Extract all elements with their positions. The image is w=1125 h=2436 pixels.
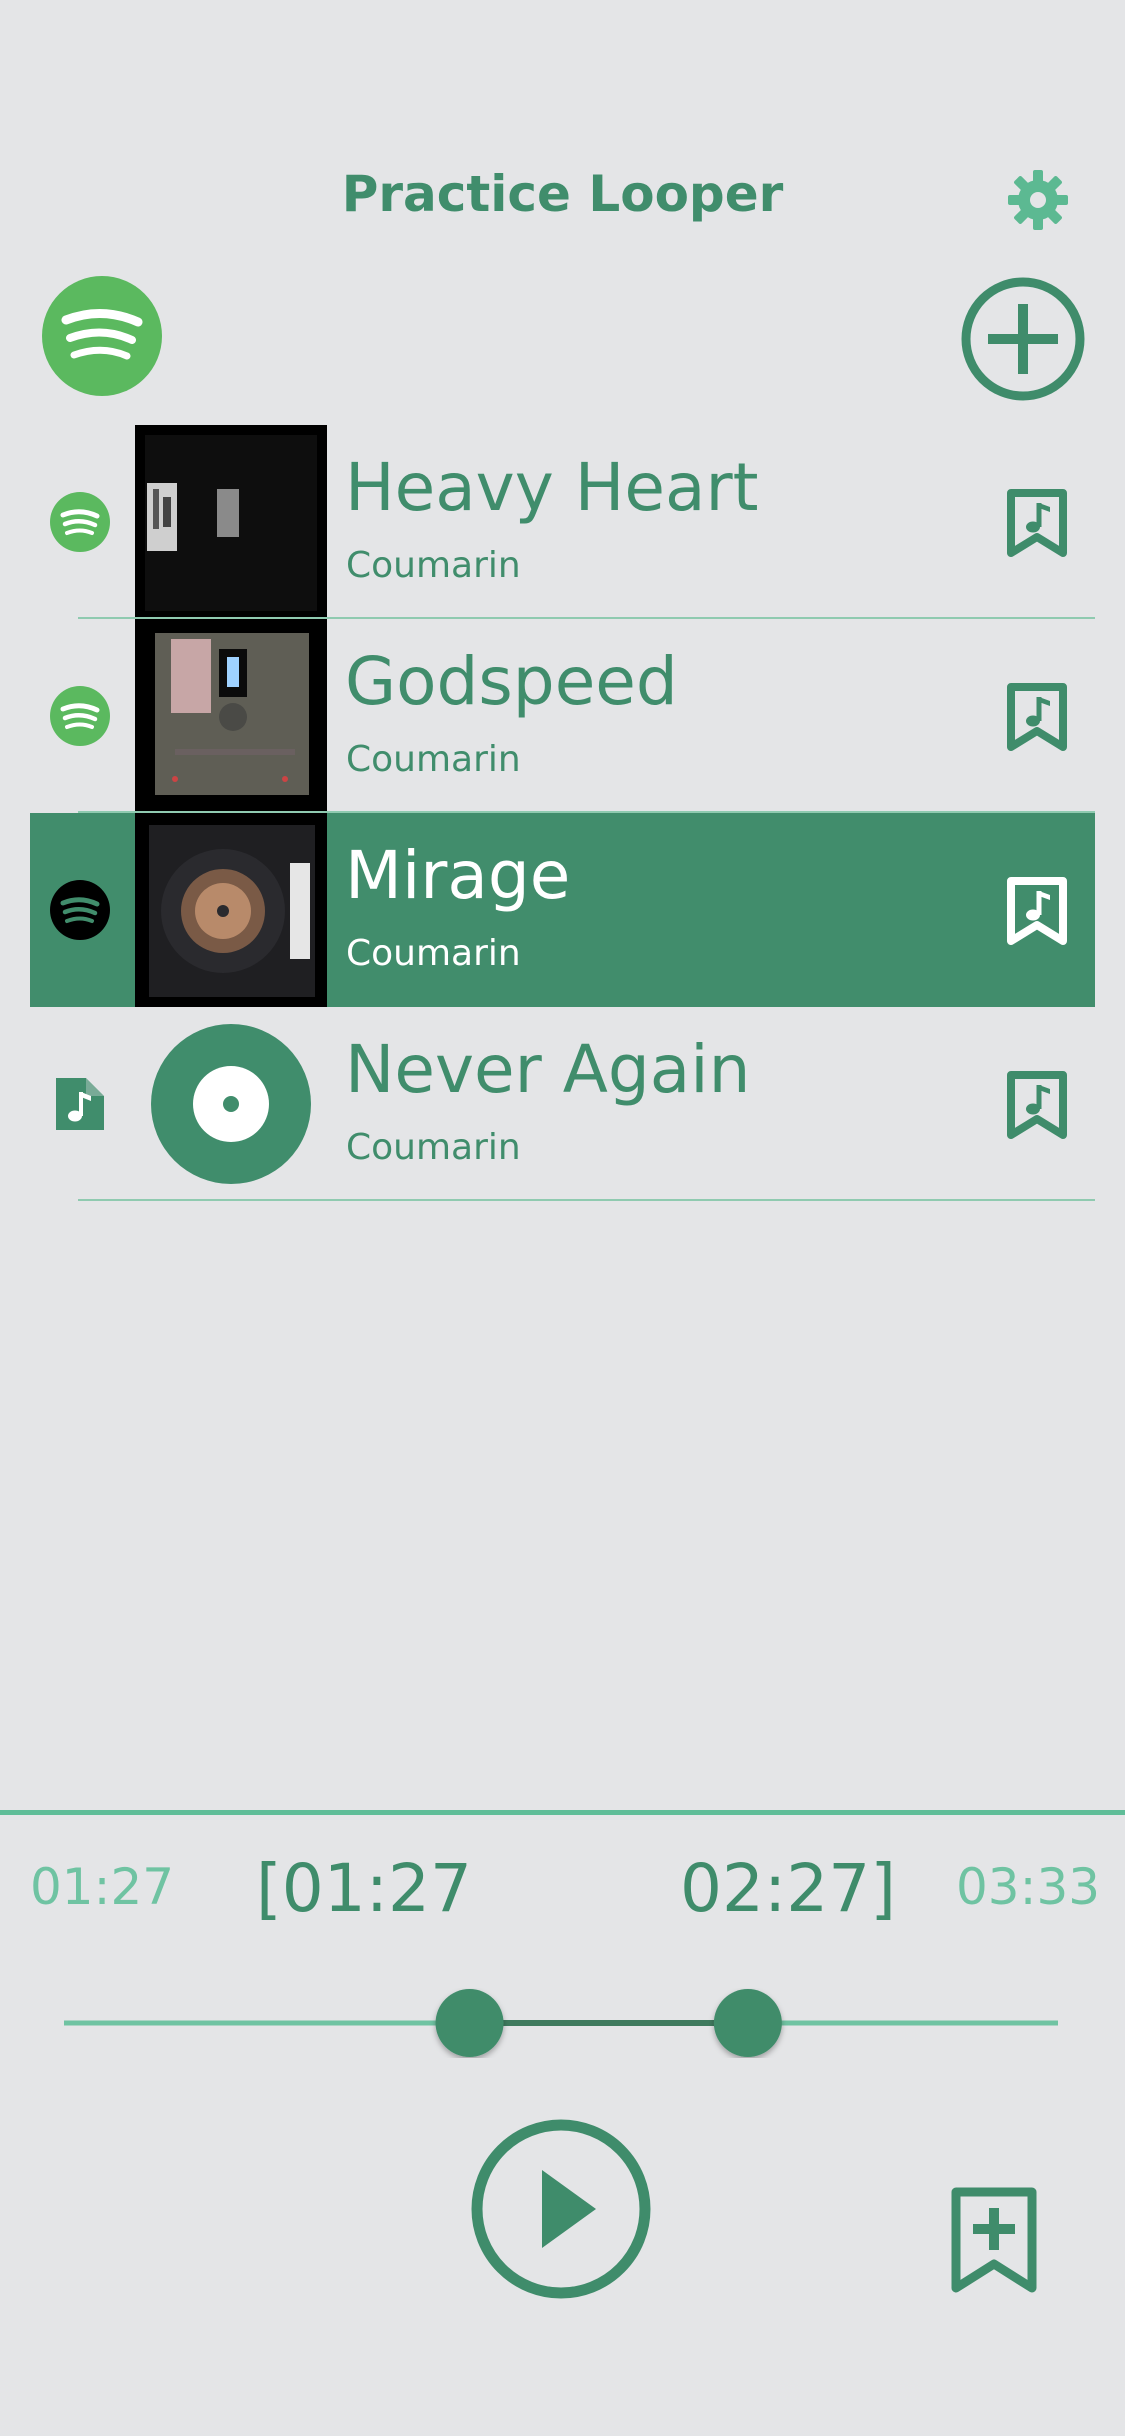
album-art <box>135 813 327 1007</box>
row-divider <box>78 1199 1095 1201</box>
add-bookmark-button[interactable] <box>950 2186 1038 2296</box>
spotify-icon <box>50 686 110 746</box>
bookmarks-icon[interactable] <box>1006 489 1068 559</box>
add-song-button[interactable] <box>960 276 1086 402</box>
song-row-godspeed[interactable]: Godspeed Coumarin <box>30 619 1095 813</box>
loop-start-handle[interactable] <box>435 1989 504 2057</box>
song-artist: Coumarin <box>346 545 521 586</box>
album-art <box>135 619 327 813</box>
song-row-mirage[interactable]: Mirage Coumarin <box>30 813 1095 1007</box>
spotify-button[interactable] <box>42 276 162 396</box>
bookmarks-icon[interactable] <box>1006 877 1068 947</box>
song-title: Never Again <box>345 1031 751 1108</box>
player-divider <box>0 1810 1125 1815</box>
loop-end-handle[interactable] <box>713 1989 782 2057</box>
bookmarks-icon[interactable] <box>1006 683 1068 753</box>
gear-icon[interactable] <box>1006 168 1070 232</box>
loop-start-time[interactable]: [01:27 <box>256 1850 472 1927</box>
song-artist: Coumarin <box>346 1127 521 1168</box>
song-title: Godspeed <box>345 643 678 720</box>
page-title: Practice Looper <box>341 165 784 223</box>
song-title: Mirage <box>345 837 571 914</box>
song-artist: Coumarin <box>346 933 521 974</box>
song-artist: Coumarin <box>346 739 521 780</box>
loop-end-time[interactable]: 02:27] <box>680 1850 896 1927</box>
spotify-icon <box>50 880 110 940</box>
album-art <box>135 425 327 619</box>
song-row-heavy-heart[interactable]: Heavy Heart Coumarin <box>30 425 1095 619</box>
bookmarks-icon[interactable] <box>1006 1071 1068 1141</box>
song-row-never-again[interactable]: Never Again Coumarin <box>30 1007 1095 1201</box>
spotify-icon <box>50 492 110 552</box>
app-root: Practice Looper Heavy Heart Coumarin God… <box>0 0 1125 2436</box>
total-time: 03:33 <box>956 1858 1101 1916</box>
play-button[interactable] <box>470 2118 652 2300</box>
loop-range-slider[interactable] <box>64 1988 1058 2058</box>
music-file-icon <box>56 1078 104 1130</box>
current-time: 01:27 <box>30 1858 175 1916</box>
song-title: Heavy Heart <box>345 449 759 526</box>
disc-icon <box>151 1024 311 1184</box>
